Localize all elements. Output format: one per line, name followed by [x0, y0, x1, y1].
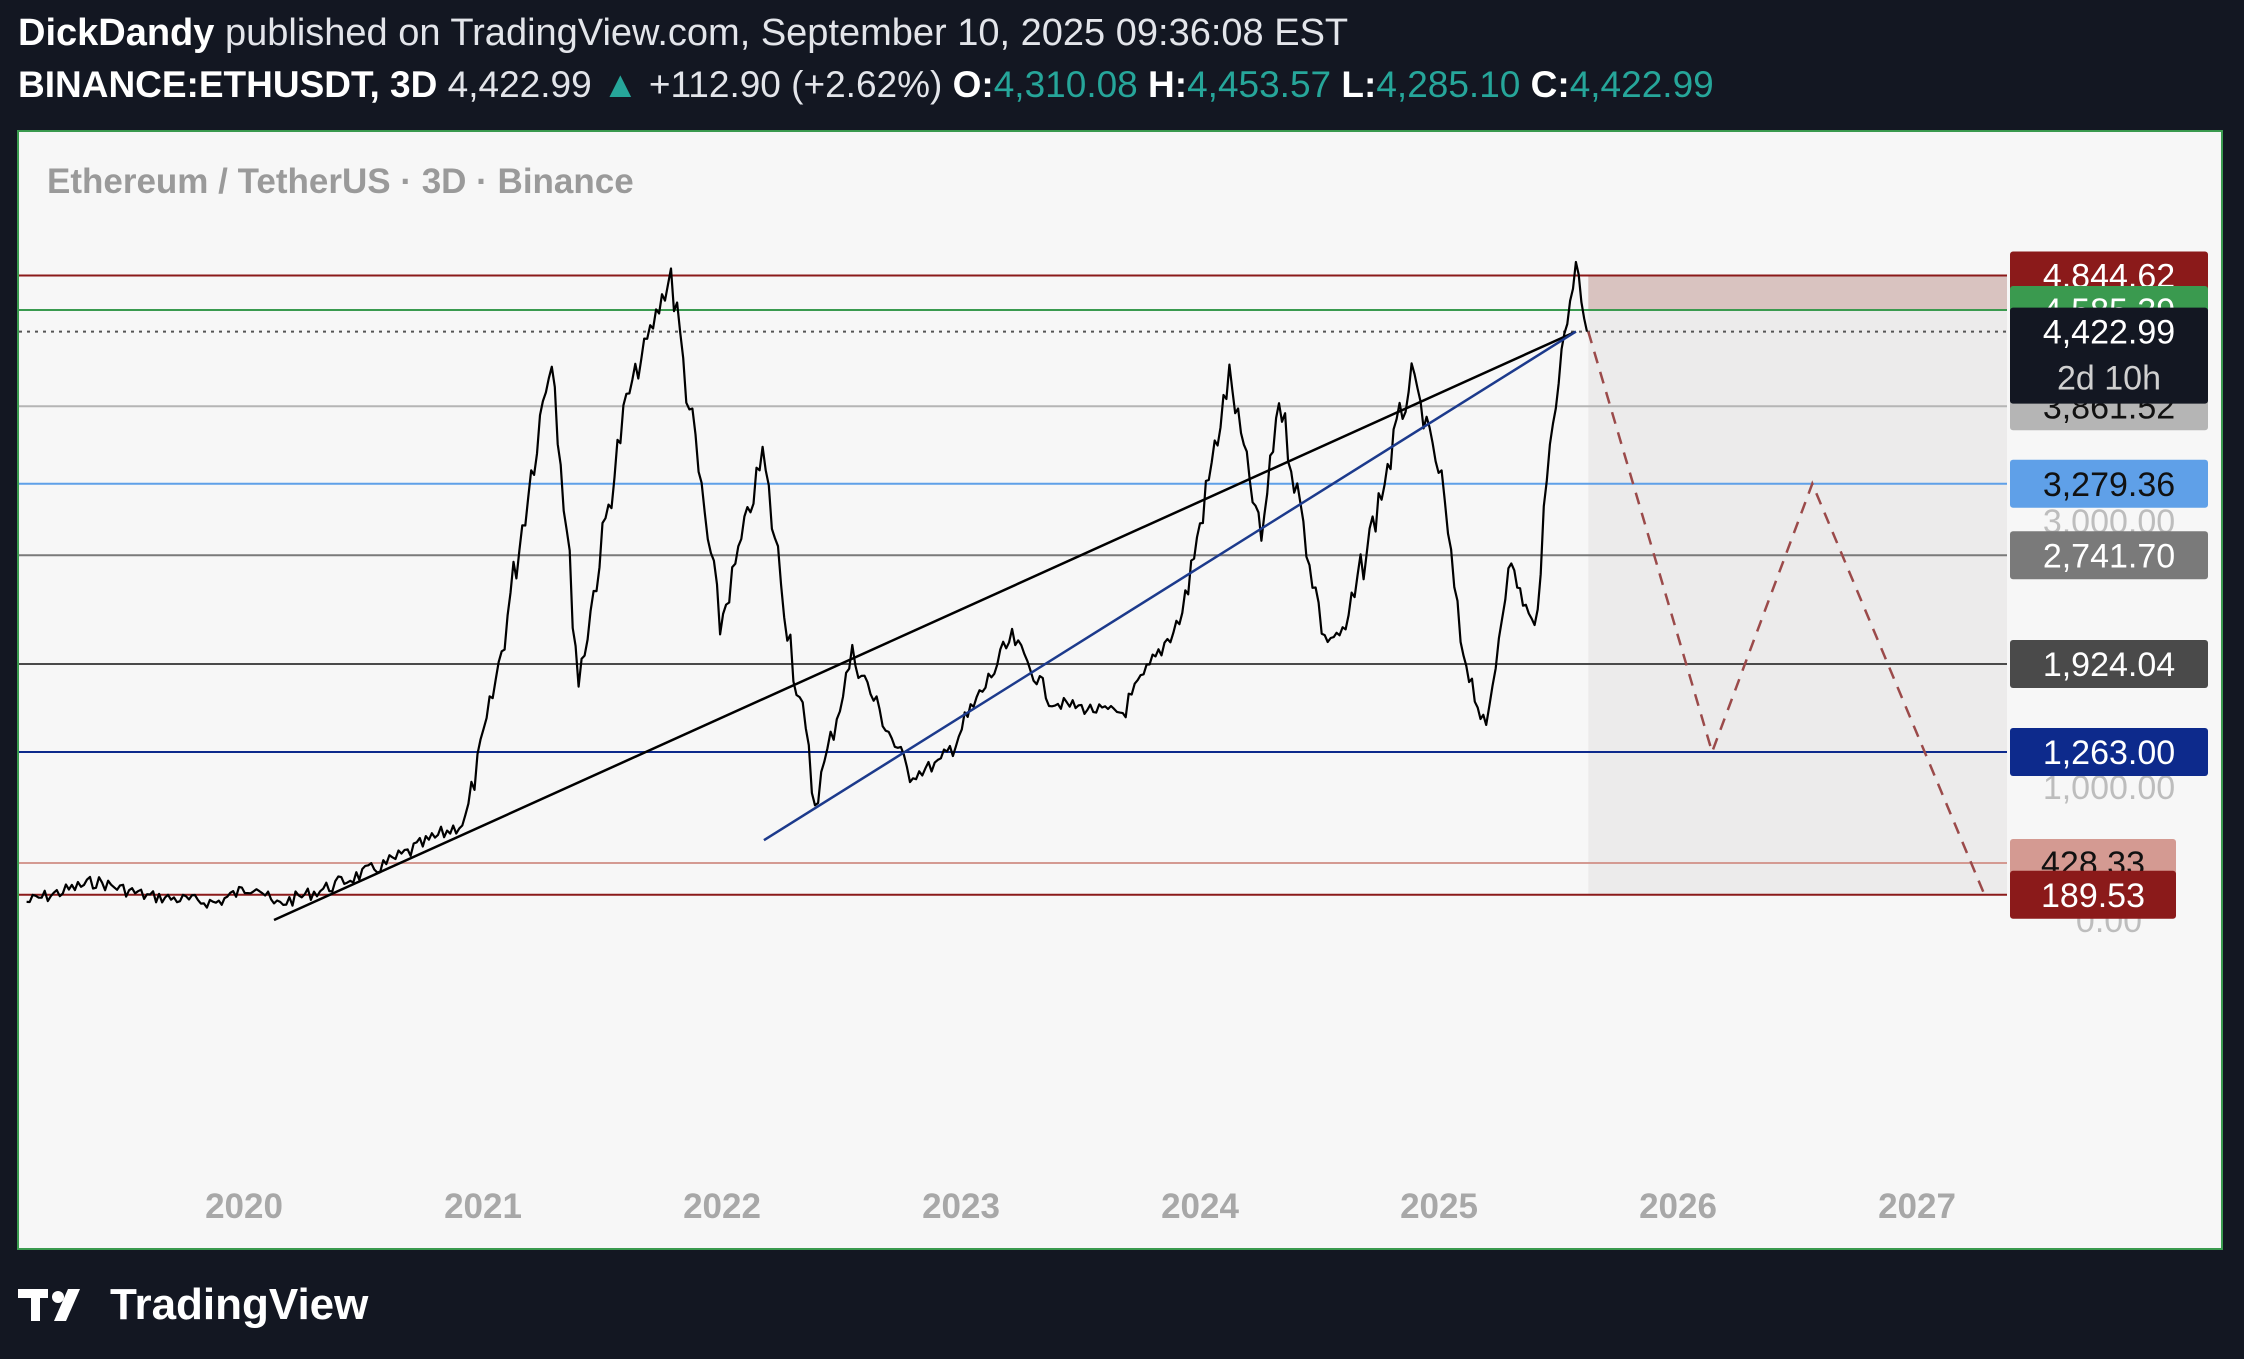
high-value: 4,453.57: [1187, 64, 1332, 105]
level-label: 3,279.36: [2043, 466, 2175, 504]
brand-name: TradingView: [110, 1280, 369, 1329]
low-value: 4,285.10: [1376, 64, 1521, 105]
high-label: H:: [1148, 64, 1188, 105]
trendline[interactable]: [273, 330, 1577, 922]
price-series-line[interactable]: [26, 260, 1589, 909]
up-arrow-icon: ▲: [601, 64, 639, 105]
open-label: O:: [952, 64, 994, 105]
open-value: 4,310.08: [993, 64, 1138, 105]
time-axis-tick: 2027: [1878, 1187, 1956, 1226]
time-axis-tick: 2026: [1639, 1187, 1717, 1226]
tradingview-branding[interactable]: TradingView: [18, 1280, 368, 1330]
current-price-label: 4,422.99: [2043, 314, 2175, 352]
resistance-zone: [1588, 275, 2007, 310]
tradingview-logo-icon: [18, 1289, 80, 1321]
symbol-info-bar: BINANCE:ETHUSDT, 3D 4,422.99 ▲ +112.90 (…: [18, 64, 1714, 106]
price-change: +112.90 (+2.62%): [648, 64, 943, 105]
level-label: 2,741.70: [2043, 537, 2175, 575]
countdown-label: 2d 10h: [2057, 360, 2161, 398]
chart-title: Ethereum / TetherUS · 3D · Binance: [47, 162, 634, 201]
time-axis-tick: 2021: [444, 1187, 522, 1226]
time-axis-tick: 2020: [205, 1187, 283, 1226]
last-price: 4,422.99: [447, 64, 592, 105]
chart-panel[interactable]: 3,000.00 1,000.00 0.00 2020 2021 2022 2023 2024…: [17, 130, 2223, 1250]
symbol-name[interactable]: BINANCE:ETHUSDT, 3D: [18, 64, 437, 105]
time-axis-tick: 2025: [1400, 1187, 1478, 1226]
level-label: 1,924.04: [2043, 646, 2175, 684]
time-axis-tick: 2024: [1161, 1187, 1239, 1226]
time-axis-tick: 2023: [922, 1187, 1000, 1226]
time-axis-tick: 2022: [683, 1187, 761, 1226]
author-name[interactable]: DickDandy: [18, 12, 214, 54]
forecast-zone: [1588, 275, 2007, 895]
close-value: 4,422.99: [1569, 64, 1714, 105]
price-chart[interactable]: 3,000.001,000.000.002020 2021 2022 2023 2024…: [19, 132, 2221, 1248]
level-label: 1,263.00: [2043, 734, 2175, 772]
level-label: 189.53: [2041, 877, 2145, 915]
publish-info: DickDandy published on TradingView.com, …: [18, 12, 1348, 55]
low-label: L:: [1341, 64, 1377, 105]
close-label: C:: [1530, 64, 1570, 105]
published-text: published on TradingView.com, September …: [224, 12, 1349, 54]
